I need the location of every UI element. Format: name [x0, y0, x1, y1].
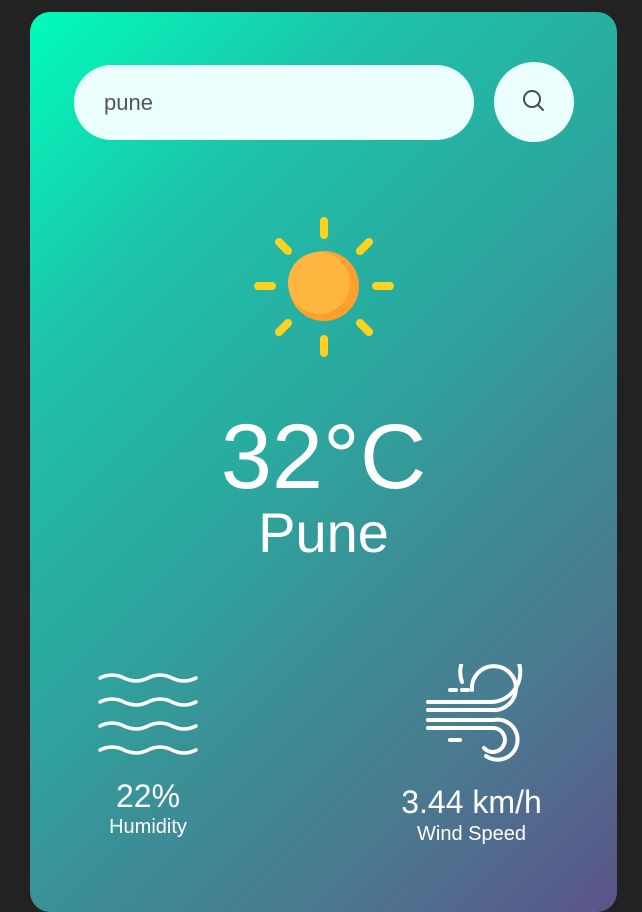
humidity-waves-icon — [98, 673, 198, 755]
wind-speed-value: 3.44 km/h — [401, 784, 542, 820]
search-button[interactable] — [494, 62, 574, 142]
sun-icon — [254, 217, 394, 357]
weather-card: 32°C Pune 22% Humidity 3.44 km/h Wind Sp… — [30, 12, 617, 912]
search-icon — [523, 90, 544, 111]
wind-speed-label: Wind Speed — [417, 823, 526, 845]
temperature: 32°C — [220, 406, 427, 508]
wind-icon — [426, 664, 523, 762]
search-input[interactable] — [74, 65, 474, 140]
humidity-label: Humidity — [109, 816, 187, 838]
humidity-value: 22% — [115, 778, 181, 814]
city-name: Pune — [258, 501, 389, 564]
